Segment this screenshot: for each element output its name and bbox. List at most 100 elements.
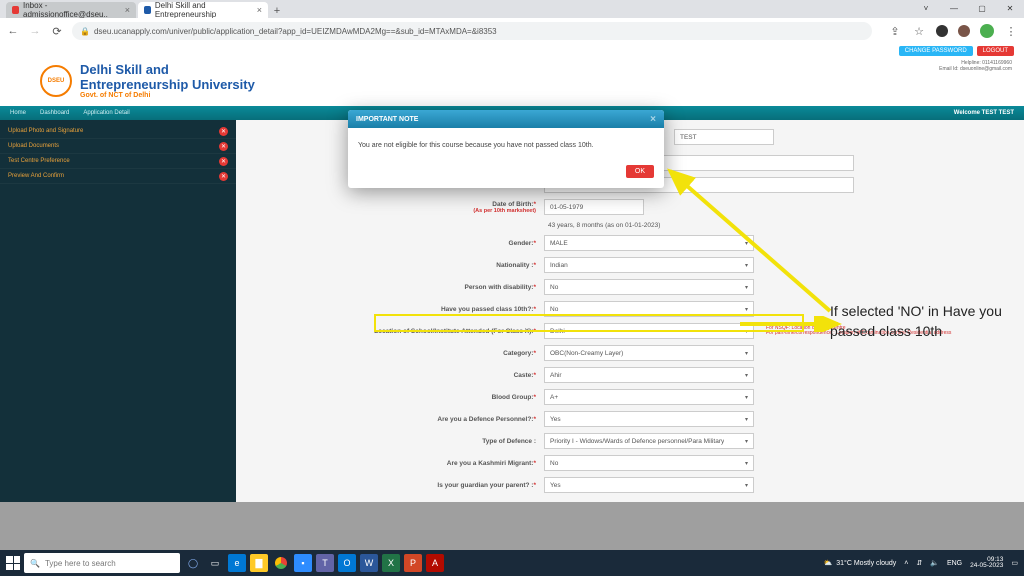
share-icon[interactable]: ⇪ [888,25,902,38]
cortana-icon[interactable]: ◯ [184,554,202,572]
gender-select[interactable]: MALE▾ [544,235,754,251]
excel-icon[interactable]: X [382,554,400,572]
ok-button[interactable]: OK [626,165,654,178]
blood-select[interactable]: A+▾ [544,389,754,405]
defence-select[interactable]: Yes▾ [544,411,754,427]
star-icon[interactable]: ☆ [912,25,926,38]
new-tab-button[interactable]: + [270,4,284,18]
teams-icon[interactable]: T [316,554,334,572]
weather-widget[interactable]: ⛅ 31°C Mostly cloudy [824,559,897,567]
gender-label: Gender:* [266,240,536,247]
adobe-icon[interactable]: A [426,554,444,572]
close-button[interactable]: ✕ [996,0,1024,16]
taskbar-search[interactable]: 🔍 Type here to search [24,553,180,573]
tray-chevron-icon[interactable]: ˄ [904,560,908,567]
close-icon[interactable]: × [125,5,130,15]
close-icon[interactable]: × [257,5,262,15]
chevron-down-icon: ▾ [745,460,748,467]
sidebar-item-preview[interactable]: Preview And Confirm✕ [0,169,236,184]
mail-icon [12,6,19,14]
class10-select[interactable]: No▾ [544,301,754,317]
back-button[interactable]: ← [6,25,20,37]
clock[interactable]: 09:13 24-05-2023 [970,557,1003,570]
deftype-select[interactable]: Priority I - Widows/Wards of Defence per… [544,433,754,449]
chevron-down-icon: ▾ [745,438,748,445]
chevron-down-icon: ▾ [745,372,748,379]
taskbar: 🔍 Type here to search ◯ ▭ e ▇ ▪ T O W X … [0,550,1024,576]
chevron-down-icon: ▾ [745,350,748,357]
chevron-down-icon: ▾ [745,306,748,313]
outlook-icon[interactable]: O [338,554,356,572]
guardian-label: Is your guardian your parent? :* [266,482,536,489]
maximize-button[interactable]: ▢ [968,0,996,16]
nav-home[interactable]: Home [10,110,26,116]
age-text: 43 years, 8 months (as on 01-01-2023) [544,222,660,229]
pwd-select[interactable]: No▾ [544,279,754,295]
nav-dashboard[interactable]: Dashboard [40,110,69,116]
language-indicator[interactable]: ENG [947,560,962,567]
powerpoint-icon[interactable]: P [404,554,422,572]
blood-label: Blood Group:* [266,394,536,401]
chevron-down-icon[interactable]: ˅ [912,0,940,16]
location-select[interactable]: Delhi▾ [544,323,754,339]
dob-label: Date of Birth:*(As per 10th marksheet) [266,201,536,214]
helpline-text: Helpline: 01141169960 Email Id: dseuonli… [939,60,1012,72]
chrome-icon[interactable] [272,554,290,572]
forward-button[interactable]: → [28,25,42,37]
caste-select[interactable]: Ahir▾ [544,367,754,383]
address-bar[interactable]: 🔒 dseu.ucanapply.com/univer/public/appli… [72,22,872,40]
volume-icon[interactable]: 🔈 [930,559,939,567]
browser-tab-0[interactable]: Inbox - admissionoffice@dseu.. × [6,2,136,18]
profile-avatar[interactable] [980,24,994,38]
minimize-button[interactable]: — [940,0,968,16]
site-header: DSEU Delhi Skill andEntrepreneurship Uni… [0,56,1024,106]
sidebar: Upload Photo and Signature✕ Upload Docum… [0,120,236,502]
sidebar-item-test-centre[interactable]: Test Centre Preference✕ [0,154,236,169]
category-select[interactable]: OBC(Non-Creamy Layer)▾ [544,345,754,361]
change-password-button[interactable]: CHANGE PASSWORD [899,46,973,56]
chevron-down-icon: ▾ [745,482,748,489]
category-label: Category:* [266,350,536,357]
logout-button[interactable]: LOGOUT [977,46,1014,56]
university-logo: DSEU [40,65,72,97]
browser-tab-1[interactable]: Delhi Skill and Entrepreneurship × [138,2,268,18]
nationality-label: Nationality :* [266,262,536,269]
kashmiri-label: Are you a Kashmiri Migrant:* [266,460,536,467]
defence-label: Are you a Defence Personnel?:* [266,416,536,423]
extension-icon[interactable] [958,25,970,37]
deftype-label: Type of Defence : [266,438,536,445]
caste-label: Caste:* [266,372,536,379]
task-view-icon[interactable]: ▭ [206,554,224,572]
badge-icon: ✕ [219,172,228,181]
name-input[interactable]: TEST [674,129,774,145]
welcome-text: Welcome TEST TEST [954,110,1014,116]
extension-icon[interactable] [936,25,948,37]
chevron-down-icon: ▾ [745,394,748,401]
word-icon[interactable]: W [360,554,378,572]
class10-label: Have you passed class 10th?:* [266,306,536,313]
kashmiri-select[interactable]: No▾ [544,455,754,471]
modal-header: IMPORTANT NOTE × [348,110,664,128]
modal-body: You are not eligible for this course bec… [348,128,664,159]
search-placeholder: Type here to search [45,559,116,568]
sidebar-item-upload-docs[interactable]: Upload Documents✕ [0,139,236,154]
weather-icon: ⛅ [824,559,833,567]
explorer-icon[interactable]: ▇ [250,554,268,572]
site-icon [144,6,151,14]
search-icon: 🔍 [30,559,40,568]
nationality-select[interactable]: Indian▾ [544,257,754,273]
menu-icon[interactable]: ⋮ [1004,25,1018,38]
network-icon[interactable]: ⇵ [916,559,922,567]
guardian-select[interactable]: Yes▾ [544,477,754,493]
nav-application-detail[interactable]: Application Detail [83,110,129,116]
modal-close-icon[interactable]: × [650,114,656,125]
zoom-icon[interactable]: ▪ [294,554,312,572]
university-subtitle: Govt. of NCT of Delhi [80,92,255,99]
sidebar-item-upload-photo[interactable]: Upload Photo and Signature✕ [0,124,236,139]
start-button[interactable] [6,556,20,570]
notifications-icon[interactable]: ▭ [1011,559,1018,567]
reload-button[interactable]: ⟳ [50,25,64,38]
dob-input[interactable]: 01-05-1979 [544,199,644,215]
edge-icon[interactable]: e [228,554,246,572]
chevron-down-icon: ▾ [745,328,748,335]
